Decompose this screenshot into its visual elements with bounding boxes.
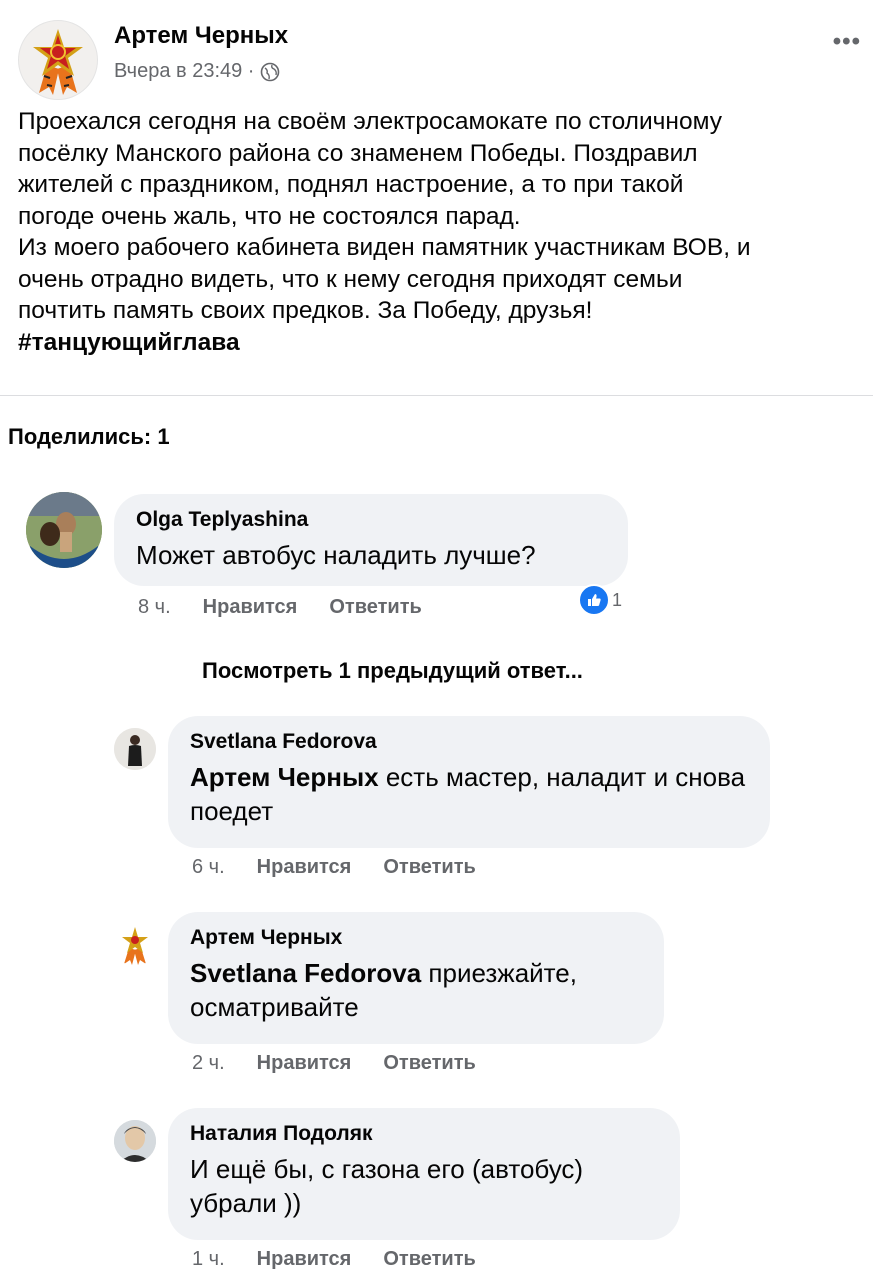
comment-time[interactable]: 8 ч. [138, 596, 171, 619]
comment-bubble: Артем Черных Svetlana Fedorova приезжайт… [168, 912, 664, 1044]
victory-order-icon [33, 29, 83, 95]
comment-time[interactable]: 6 ч. [192, 856, 225, 879]
reaction-count: 1 [612, 589, 623, 610]
post-text-line: посёлку Манского района со знаменем Побе… [18, 139, 698, 167]
comment-text: Может автобус наладить лучше? [136, 540, 536, 570]
shares-count[interactable]: Поделились: 1 [8, 424, 170, 450]
post-meta: Вчера в 23:49 · [114, 60, 280, 83]
author-name[interactable]: Артем Черных [114, 22, 288, 50]
comment-text: Артем Черных есть мастер, наладит и снов… [190, 760, 748, 828]
victory-order-icon [122, 927, 148, 965]
post-text-line: Из моего рабочего кабинета виден памятни… [18, 234, 751, 261]
post-time[interactable]: Вчера в 23:49 · [114, 60, 254, 83]
author-avatar[interactable] [18, 20, 98, 100]
post-card: Артем Черных Вчера в 23:49 · ••• Проехал… [0, 0, 873, 396]
post-text-line: погоде очень жаль, что не состоялся пара… [18, 202, 521, 230]
comment-bubble: Наталия Подоляк И ещё бы, с газона его (… [168, 1108, 680, 1240]
post-text-line: Проехался сегодня на своём электросамока… [18, 108, 722, 135]
reaction-summary[interactable]: 1 [578, 584, 622, 616]
like-button[interactable]: Нравится [257, 1248, 352, 1271]
comment-text: Svetlana Fedorova приезжайте, осматривай… [190, 956, 642, 1024]
like-button[interactable]: Нравится [257, 856, 352, 879]
post-text-line: почтить память своих предков. За Победу,… [18, 297, 593, 324]
comment-actions: 8 ч. Нравится Ответить [138, 596, 422, 619]
comment-actions: 6 ч. Нравится Ответить [192, 856, 476, 879]
photo-avatar [114, 728, 156, 770]
commenter-name[interactable]: Наталия Подоляк [190, 1122, 658, 1146]
mention-link[interactable]: Артем Черных [190, 762, 379, 792]
commenter-name[interactable]: Артем Черных [190, 926, 642, 950]
photo-avatar [114, 1120, 156, 1162]
comment-bubble: Svetlana Fedorova Артем Черных есть маст… [168, 716, 770, 848]
like-button[interactable]: Нравится [203, 596, 298, 619]
commenter-avatar[interactable] [114, 1120, 156, 1162]
comment-actions: 2 ч. Нравится Ответить [192, 1052, 476, 1075]
comment-bubble: Olga Teplyashina Может автобус наладить … [114, 494, 628, 586]
commenter-name[interactable]: Svetlana Fedorova [190, 730, 748, 754]
more-options-button[interactable]: ••• [833, 28, 861, 56]
reply-button[interactable]: Ответить [329, 596, 421, 619]
commenter-name[interactable]: Olga Teplyashina [136, 508, 606, 532]
comment-text: И ещё бы, с газона его (автобус) убрали … [190, 1154, 584, 1218]
post-text-line: очень отрадно видеть, что к нему сегодня… [18, 265, 683, 293]
commenter-avatar[interactable] [114, 924, 156, 966]
thumbs-up-icon [578, 584, 610, 616]
like-button[interactable]: Нравится [257, 1052, 352, 1075]
post-text: Проехался сегодня на своём электросамока… [18, 106, 858, 358]
reply-button[interactable]: Ответить [383, 1248, 475, 1271]
globe-icon [261, 62, 280, 81]
comment-time[interactable]: 2 ч. [192, 1052, 225, 1075]
hashtag-link[interactable]: #танцующийглава [18, 327, 858, 359]
view-previous-replies[interactable]: Посмотреть 1 предыдущий ответ... [202, 658, 583, 684]
photo-avatar [26, 492, 102, 568]
comment-actions: 1 ч. Нравится Ответить [192, 1248, 476, 1271]
mention-link[interactable]: Svetlana Fedorova [190, 958, 421, 988]
commenter-avatar[interactable] [26, 492, 102, 568]
reply-button[interactable]: Ответить [383, 1052, 475, 1075]
commenter-avatar[interactable] [114, 728, 156, 770]
post-text-line: жителей с праздником, поднял настроение,… [18, 171, 684, 198]
comment-time[interactable]: 1 ч. [192, 1248, 225, 1271]
reply-button[interactable]: Ответить [383, 856, 475, 879]
